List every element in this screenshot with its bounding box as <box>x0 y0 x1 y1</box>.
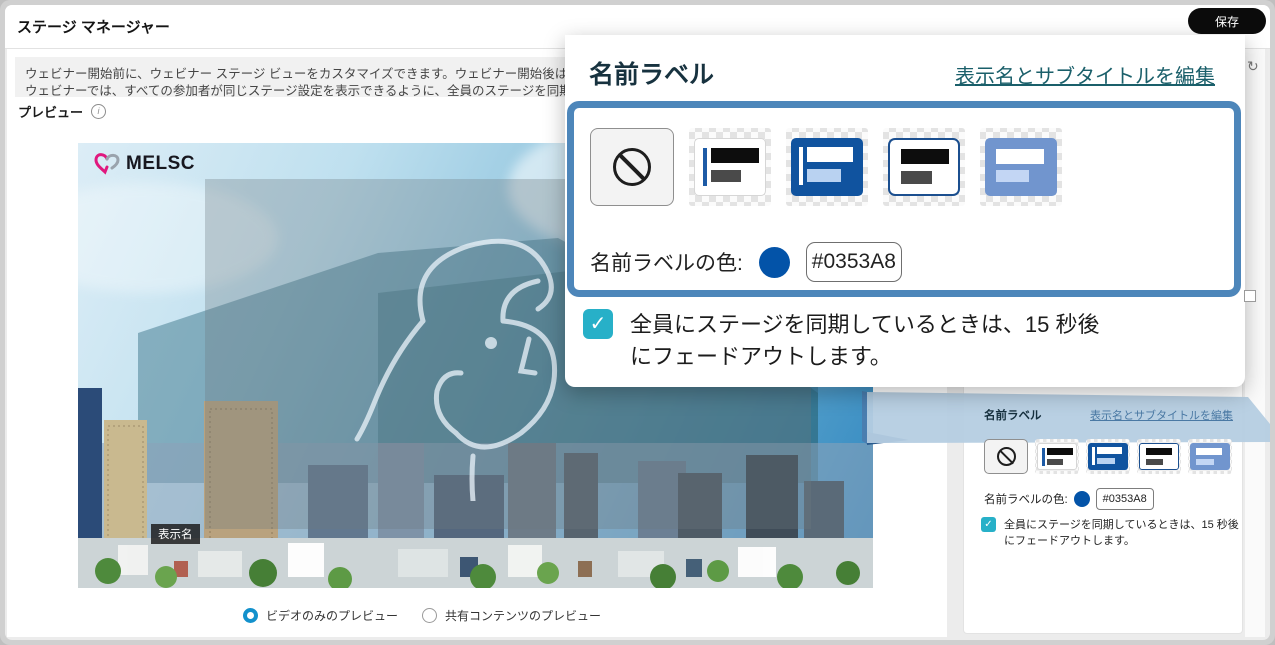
label-style-left-bar-light[interactable] <box>1035 439 1079 474</box>
fadeout-option-large: ✓ 全員にステージを同期しているときは、15 秒後 にフェードアウトします。 <box>583 309 1100 373</box>
label-style-none[interactable] <box>984 439 1028 474</box>
heart-logo-icon <box>94 152 120 176</box>
edit-display-name-link-large[interactable]: 表示名とサブタイトルを編集 <box>955 60 1215 89</box>
callout-highlight-box: 名前ラベルの色: #0353A8 <box>567 101 1241 297</box>
refresh-icon[interactable]: ↻ <box>1247 58 1259 75</box>
label-style-options-large <box>590 128 1062 206</box>
fadeout-text-line1: 全員にステージを同期しているときは、15 秒後 <box>630 309 1100 341</box>
label-style-plain-medium[interactable] <box>1188 439 1232 474</box>
name-label-header: 名前ラベル 表示名とサブタイトルを編集 <box>984 407 1233 423</box>
app-window: ステージ マネージャー 保存 ウェビナー開始前に、ウェビナー ステージ ビューを… <box>0 0 1275 645</box>
preview-section-label: プレビュー <box>18 102 83 121</box>
page-title: ステージ マネージャー <box>17 16 170 37</box>
avatar-sketch <box>353 221 593 501</box>
popup-title: 名前ラベル <box>589 55 714 91</box>
radio-video-only[interactable] <box>243 608 258 623</box>
label-color-caption: 名前ラベルの色: <box>984 491 1068 507</box>
color-hex-input[interactable]: #0353A8 <box>806 242 902 282</box>
label-style-left-bar-light[interactable] <box>689 128 771 206</box>
popup-header: 名前ラベル 表示名とサブタイトルを編集 <box>589 55 1215 91</box>
radio-shared-content-label[interactable]: 共有コンテンツのプレビュー <box>445 607 601 624</box>
stage-manager-page: ステージ マネージャー 保存 ウェビナー開始前に、ウェビナー ステージ ビューを… <box>5 5 1270 640</box>
scroll-strip: ↻ <box>1245 49 1265 637</box>
fadeout-text-line2: にフェードアウトします。 <box>630 341 1100 373</box>
color-swatch[interactable] <box>1074 491 1090 507</box>
radio-shared-content[interactable] <box>422 608 437 623</box>
info-icon[interactable]: i <box>91 104 106 119</box>
no-label-icon <box>997 447 1016 466</box>
label-style-left-bar-dark[interactable] <box>1086 439 1130 474</box>
label-color-row-large: 名前ラベルの色: #0353A8 <box>590 242 902 282</box>
brand-logo-text: MELSC <box>126 153 195 175</box>
color-hex-input[interactable]: #0353A8 <box>1096 488 1154 510</box>
annotation-handle <box>1244 290 1256 302</box>
label-style-none[interactable] <box>590 128 674 206</box>
label-style-options <box>984 439 1232 474</box>
color-swatch[interactable] <box>759 247 790 278</box>
edit-display-name-link[interactable]: 表示名とサブタイトルを編集 <box>1090 407 1233 423</box>
fadeout-option: ✓ 全員にステージを同期しているときは、15 秒後 にフェードアウトします。 <box>981 517 1239 549</box>
label-color-row: 名前ラベルの色: #0353A8 <box>984 488 1154 510</box>
fadeout-checkbox[interactable]: ✓ <box>981 517 996 532</box>
fadeout-text: 全員にステージを同期しているときは、15 秒後 にフェードアウトします。 <box>1004 517 1239 549</box>
label-style-plain-light[interactable] <box>1137 439 1181 474</box>
name-label-popup: 名前ラベル 表示名とサブタイトルを編集 名前ラベルの色: #0353A8 <box>565 35 1245 387</box>
radio-video-only-label[interactable]: ビデオのみのプレビュー <box>266 607 398 624</box>
fadeout-text-line1: 全員にステージを同期しているときは、15 秒後 <box>1004 517 1239 533</box>
label-style-plain-light[interactable] <box>883 128 965 206</box>
save-button[interactable]: 保存 <box>1188 8 1266 34</box>
label-style-left-bar-dark[interactable] <box>786 128 868 206</box>
brand-logo: MELSC <box>94 152 195 176</box>
fadeout-checkbox[interactable]: ✓ <box>583 309 613 339</box>
preview-mode-radios: ビデオのみのプレビュー 共有コンテンツのプレビュー <box>243 607 601 624</box>
name-label-section: 名前ラベル 表示名とサブタイトルを編集 名前ラベルの色: #0353A8 ✓ 全… <box>963 395 1241 635</box>
fadeout-text: 全員にステージを同期しているときは、15 秒後 にフェードアウトします。 <box>630 309 1100 373</box>
name-label-title: 名前ラベル <box>984 407 1042 423</box>
label-style-plain-medium[interactable] <box>980 128 1062 206</box>
fadeout-text-line2: にフェードアウトします。 <box>1004 533 1239 549</box>
label-color-caption: 名前ラベルの色: <box>590 247 743 277</box>
display-name-tag: 表示名 <box>151 524 200 544</box>
no-label-icon <box>613 148 651 186</box>
